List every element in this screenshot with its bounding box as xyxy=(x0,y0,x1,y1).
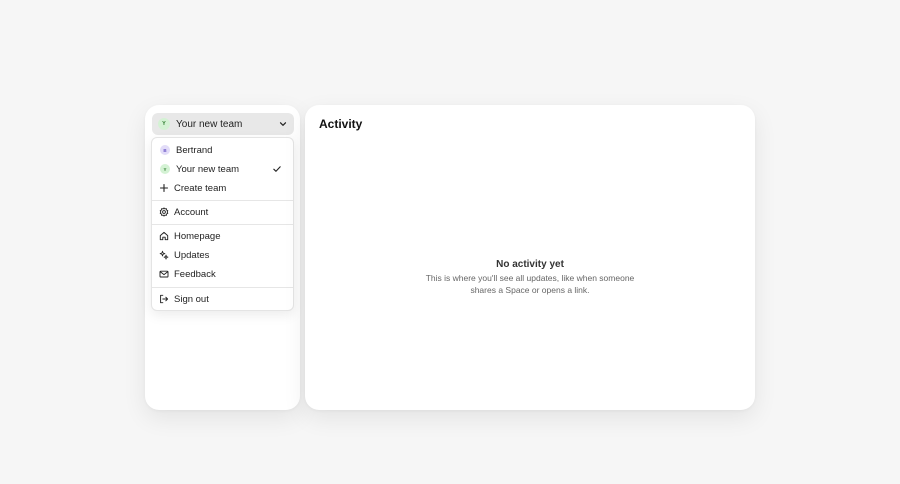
menu-divider xyxy=(152,224,293,225)
mail-icon xyxy=(159,270,169,278)
team-switcher-button[interactable]: Y Your new team xyxy=(152,113,294,135)
home-icon xyxy=(159,231,169,241)
menu-item-label: Sign out xyxy=(174,293,209,305)
team-avatar: B xyxy=(160,145,170,155)
menu-item-label: Your new team xyxy=(176,163,240,175)
menu-item-label: Feedback xyxy=(174,268,216,280)
plus-icon xyxy=(159,183,169,193)
menu-item-team-bertrand[interactable]: B Bertrand xyxy=(152,141,293,159)
menu-item-label: Create team xyxy=(174,182,227,194)
team-menu: B Bertrand Y Your new team Create team A… xyxy=(151,137,294,311)
menu-item-label: Homepage xyxy=(174,230,221,242)
sign-out-menu-item[interactable]: Sign out xyxy=(152,290,293,308)
chevron-down-icon xyxy=(279,122,287,126)
team-switcher-label: Your new team xyxy=(176,118,243,130)
team-avatar: Y xyxy=(160,164,170,174)
page-title: Activity xyxy=(319,117,363,131)
empty-state-title: No activity yet xyxy=(496,259,564,270)
menu-item-label: Account xyxy=(174,206,209,218)
menu-item-label: Bertrand xyxy=(176,144,213,156)
create-team-button[interactable]: Create team xyxy=(152,179,293,197)
account-menu-item[interactable]: Account xyxy=(152,203,293,221)
menu-divider xyxy=(152,200,293,201)
team-avatar: Y xyxy=(158,118,170,130)
sign-out-icon xyxy=(160,294,169,304)
menu-item-label: Updates xyxy=(174,249,210,261)
sparkles-icon xyxy=(159,250,169,260)
gear-icon xyxy=(159,207,169,217)
activity-panel: Activity No activity yet This is where y… xyxy=(305,105,755,410)
menu-divider xyxy=(152,287,293,288)
empty-state-description: This is where you'll see all updates, li… xyxy=(425,273,635,295)
feedback-menu-item[interactable]: Feedback xyxy=(152,265,293,283)
menu-item-team-your-new-team[interactable]: Y Your new team xyxy=(152,160,293,178)
updates-menu-item[interactable]: Updates xyxy=(152,246,293,264)
homepage-menu-item[interactable]: Homepage xyxy=(152,227,293,245)
check-icon xyxy=(273,166,281,172)
